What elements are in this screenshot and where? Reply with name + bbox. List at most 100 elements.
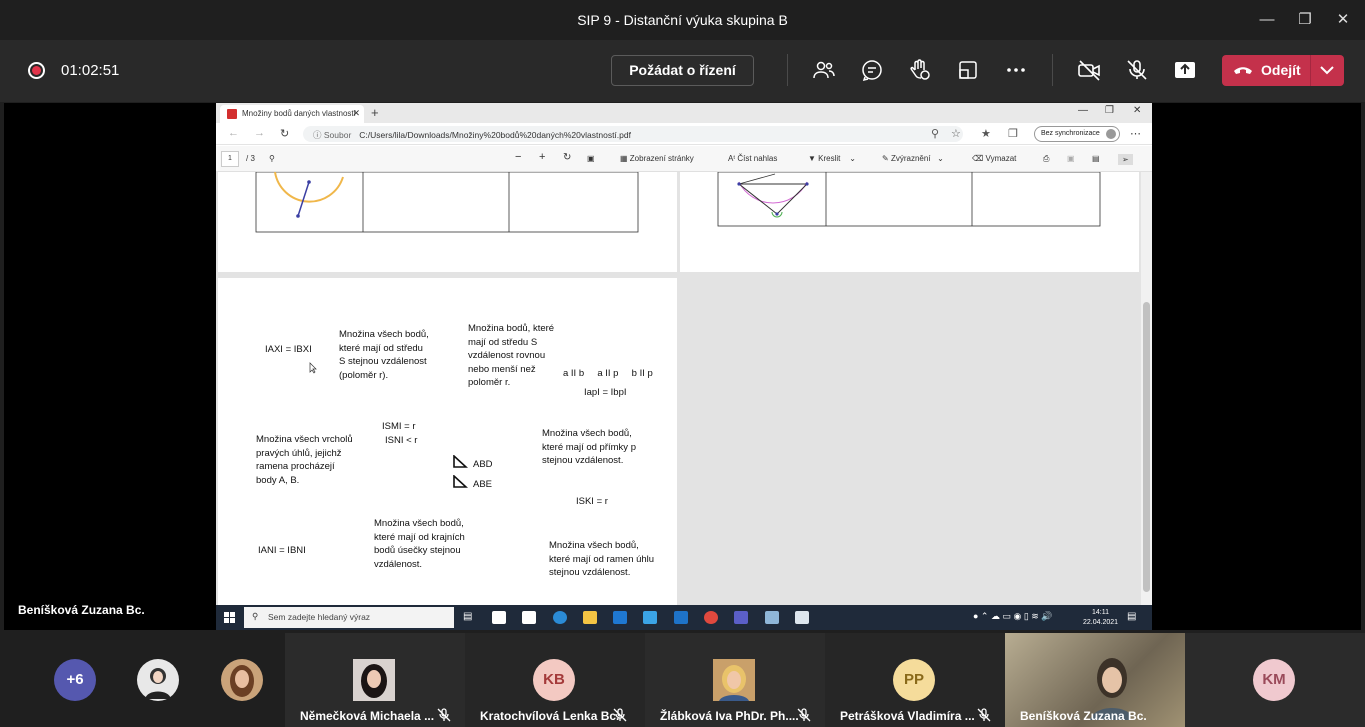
avatar[interactable]: PP — [893, 659, 935, 701]
request-control-button[interactable]: Požádat o řízení — [611, 55, 754, 86]
pdf-scrollbar[interactable] — [1141, 172, 1152, 605]
rooms-icon[interactable] — [956, 58, 980, 82]
divider — [787, 54, 788, 86]
save-icon[interactable]: ▣ — [1067, 154, 1075, 163]
more-options-icon[interactable] — [1004, 58, 1028, 82]
pdf-page: IAXI = IBXI Množina všech bodů, které ma… — [218, 278, 677, 605]
app-icon[interactable] — [795, 611, 809, 624]
avatar[interactable]: KB — [533, 659, 575, 701]
tab-strip: Množiny bodů daných vlastností ✕ + — ❐ ✕ — [216, 103, 1152, 123]
task-view-icon[interactable]: ▤ — [463, 611, 472, 622]
forward-icon[interactable]: → — [254, 127, 265, 139]
restore-icon[interactable]: ❐ — [1105, 105, 1114, 116]
sync-button[interactable]: Bez synchronizace — [1034, 126, 1120, 142]
participants-icon[interactable] — [812, 58, 836, 82]
phone-hangup-icon — [1234, 67, 1252, 74]
zoom-icon[interactable]: ⚲ — [931, 127, 939, 140]
favorites-icon[interactable]: ★ — [981, 127, 991, 140]
avatar[interactable] — [221, 659, 263, 701]
zoom-in-icon[interactable]: + — [539, 151, 545, 163]
system-tray-icons[interactable]: ● ⌃ ☁ ▭ ◉ ▯ ≋ 🔊 — [973, 611, 1053, 622]
address-bar[interactable]: ⓘ Soubor C:/Users/lila/Downloads/Množiny%… — [303, 126, 963, 142]
refresh-icon[interactable]: ↻ — [280, 127, 289, 140]
leave-label: Odejít — [1261, 62, 1301, 78]
pdf-text: Množina všech vrcholů pravých úhlů, jeji… — [256, 434, 353, 486]
chat-icon[interactable] — [860, 58, 884, 82]
save-as-icon[interactable]: ▤ — [1092, 154, 1100, 163]
scrollbar-thumb[interactable] — [1143, 302, 1150, 592]
chevron-down-icon[interactable] — [1320, 65, 1334, 75]
geometry-figure — [717, 171, 1101, 227]
zoom-out-icon[interactable]: − — [515, 151, 521, 163]
collections-icon[interactable]: ❐ — [1008, 127, 1018, 140]
search-icon[interactable]: ⚲ — [269, 154, 275, 163]
amazon-icon[interactable] — [522, 611, 536, 624]
person-photo — [230, 665, 254, 697]
minimize-icon[interactable]: — — [1078, 105, 1088, 116]
raise-hand-icon[interactable] — [908, 58, 932, 82]
page-number-input[interactable]: 1 — [221, 151, 239, 167]
read-mode-icon[interactable]: ☆ — [951, 127, 961, 140]
chrome-icon[interactable] — [704, 611, 718, 624]
person-photo — [145, 668, 171, 699]
pin-icon[interactable]: ➢ — [1118, 154, 1133, 165]
close-icon[interactable]: ✕ — [1133, 105, 1141, 116]
teams-icon[interactable] — [734, 611, 748, 624]
participant-name: Němečková Michaela ... — [300, 709, 435, 723]
app-icon[interactable] — [765, 611, 779, 624]
view-button[interactable]: ▦ Zobrazení stránky — [620, 154, 694, 163]
more-participants-button[interactable]: +6 — [54, 659, 96, 701]
mic-off-icon — [437, 708, 451, 722]
taskbar-search-input[interactable]: ⚲ Sem zadejte hledaný výraz — [244, 607, 454, 628]
person-photo — [353, 659, 395, 701]
leave-button[interactable]: Odejít — [1222, 55, 1344, 86]
pdf-text: IAXI = IBXI — [265, 344, 312, 355]
window-title: SIP 9 - Distanční výuka skupina B — [577, 12, 788, 28]
mic-off-icon[interactable] — [1125, 58, 1149, 82]
pdf-text: ABD — [473, 459, 493, 470]
windows-start-icon[interactable] — [224, 612, 235, 623]
search-placeholder: Sem zadejte hledaný výraz — [268, 612, 371, 622]
draw-button[interactable]: ▼ Kreslit ⌄ — [808, 154, 856, 163]
close-icon[interactable]: ✕ — [1333, 10, 1353, 30]
dropbox-icon[interactable] — [613, 611, 627, 624]
pdf-text: Množina bodů, které mají od středu S vzd… — [468, 323, 555, 389]
triangle-icon — [453, 455, 468, 468]
notification-icon[interactable]: ▤ — [1127, 611, 1136, 622]
minimize-icon[interactable]: — — [1257, 10, 1277, 30]
tab-close-icon[interactable]: ✕ — [352, 108, 360, 119]
leave-divider — [1310, 55, 1311, 86]
erase-button[interactable]: ⌫ Vymazat — [972, 154, 1016, 163]
avatar[interactable] — [137, 659, 179, 701]
back-icon[interactable]: ← — [228, 127, 239, 139]
rotate-icon[interactable]: ↻ — [563, 152, 571, 163]
mail-icon[interactable] — [674, 611, 688, 624]
avatar[interactable]: KM — [1253, 659, 1295, 701]
taskbar-clock[interactable]: 14:11 22.04.2021 — [1083, 608, 1118, 628]
new-tab-icon[interactable]: + — [371, 105, 379, 120]
participant-name: Petrášková Vladimíra ... — [840, 709, 975, 723]
triangle-icon — [453, 475, 468, 488]
share-screen-icon[interactable] — [1173, 58, 1197, 82]
edge-icon[interactable] — [553, 611, 567, 624]
pdf-text: ISKI = r — [576, 496, 608, 507]
app-icon[interactable] — [643, 611, 657, 624]
store-icon[interactable] — [492, 611, 506, 624]
highlight-button[interactable]: ✎ Zvýraznění ⌄ — [882, 154, 944, 163]
print-icon[interactable]: ⎙ — [1043, 154, 1049, 164]
file-explorer-icon[interactable] — [583, 611, 597, 624]
pdf-toolbar: 1 / 3 ⚲ − + ↻ ▣ ▦ Zobrazení stránky Aᵗ Č… — [216, 146, 1152, 172]
restore-icon[interactable]: ❐ — [1295, 10, 1315, 30]
more-options-icon[interactable]: ⋯ — [1130, 127, 1141, 140]
avatar[interactable] — [713, 659, 755, 701]
pdf-text: Množina všech bodů, které mají od krajní… — [374, 518, 465, 570]
fit-page-icon[interactable]: ▣ — [587, 154, 595, 163]
clock-date: 22.04.2021 — [1083, 619, 1119, 626]
avatar[interactable] — [353, 659, 395, 701]
read-aloud-button[interactable]: Aᵗ Číst nahlas — [728, 154, 777, 163]
browser-tab[interactable]: Množiny bodů daných vlastností ✕ — [220, 105, 364, 123]
pdf-text: ISNI < r — [385, 435, 418, 446]
pdf-page — [680, 171, 1139, 272]
pdf-text: a II b a II p b II p — [563, 368, 653, 379]
camera-off-icon[interactable] — [1077, 58, 1101, 82]
